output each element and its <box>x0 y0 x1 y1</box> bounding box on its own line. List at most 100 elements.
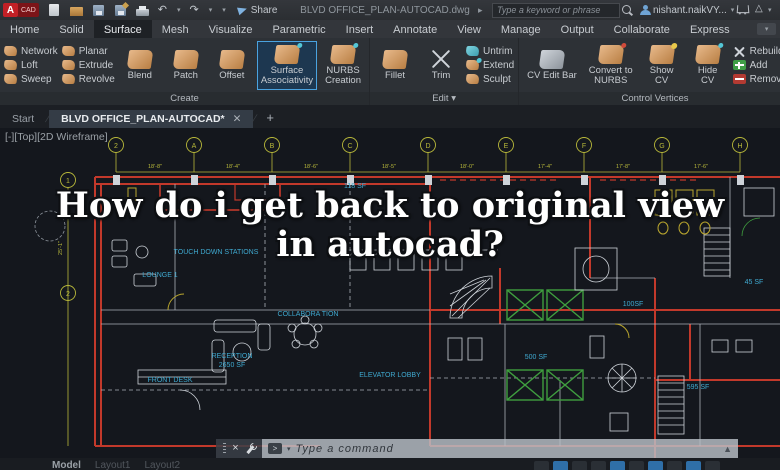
ribbon-tab-insert[interactable]: Insert <box>336 20 384 38</box>
ribbon-tab-manage[interactable]: Manage <box>491 20 551 38</box>
tool-label: Blend <box>127 69 152 81</box>
undo-dropdown-icon[interactable]: ▾ <box>177 6 181 14</box>
tool-planar[interactable]: Planar <box>60 46 115 57</box>
tool-label: Remove <box>749 73 780 85</box>
tool-fillet[interactable]: Fillet <box>374 46 416 85</box>
model-tab[interactable]: Model <box>52 460 81 470</box>
tool-add[interactable]: Add <box>732 60 780 71</box>
tool-label: Sculpt <box>483 73 511 85</box>
status-toggle-5[interactable] <box>629 461 644 470</box>
tool-rebuild[interactable]: Rebuild <box>733 46 780 57</box>
autocad-window: { "app": { "logo_a": "A", "logo_cad": "C… <box>0 0 780 470</box>
share-button[interactable]: Share <box>236 5 277 16</box>
status-toggle-7[interactable] <box>667 461 682 470</box>
status-toggle-9[interactable] <box>705 461 720 470</box>
tool-label: Hide CV <box>697 64 718 86</box>
panel-label-control-vertices[interactable]: Control Vertices <box>519 92 780 105</box>
status-toggle-6[interactable] <box>648 461 663 470</box>
tool-label: Rebuild <box>749 45 780 57</box>
tool-surface-associativity[interactable]: Surface Associativity <box>256 40 318 90</box>
tool-offset[interactable]: Offset <box>211 46 253 85</box>
ribbon-tool-icon <box>597 44 625 64</box>
search-icon[interactable] <box>622 5 631 14</box>
tool-sculpt[interactable]: Sculpt <box>465 73 514 85</box>
status-toggle-4[interactable] <box>610 461 625 470</box>
title-expand-icon[interactable]: ▸ <box>478 5 483 16</box>
command-bar-close-icon[interactable]: × <box>232 443 238 454</box>
close-tab-icon[interactable]: ✕ <box>233 113 242 125</box>
ribbon-tab-annotate[interactable]: Annotate <box>383 20 447 38</box>
command-input[interactable]: > ▾ Type a command ▲ <box>262 439 738 458</box>
tool-patch[interactable]: Patch <box>165 46 207 85</box>
tool-sweep[interactable]: Sweep <box>3 74 58 85</box>
panel-label-create[interactable]: Create <box>0 92 370 105</box>
redo-icon[interactable]: ↷ <box>190 4 199 17</box>
ribbon-tab-surface[interactable]: Surface <box>93 20 152 38</box>
tool-trim[interactable]: Trim <box>420 46 462 85</box>
layout-tab-layout1[interactable]: Layout1 <box>95 460 131 470</box>
new-file-icon[interactable] <box>48 4 59 16</box>
tool-untrim[interactable]: Untrim <box>465 46 514 57</box>
autocad-logo[interactable]: A CAD <box>3 3 39 17</box>
open-file-icon[interactable] <box>69 7 83 16</box>
ribbon-tool-icon <box>694 44 721 64</box>
tool-extend[interactable]: Extend <box>465 60 514 71</box>
autodesk-icon[interactable]: △ <box>755 3 763 14</box>
tool-network[interactable]: Network <box>3 46 58 57</box>
status-toggle-0[interactable] <box>534 461 549 470</box>
tool-nurbs-creation[interactable]: NURBS Creation <box>321 41 365 90</box>
file-tab-active-document[interactable]: BLVD OFFICE_PLAN-AUTOCAD* ✕ <box>49 110 254 128</box>
customize-wrench-icon[interactable] <box>245 444 255 454</box>
tool-label: Trim <box>431 69 451 81</box>
layout-tab-layout2[interactable]: Layout2 <box>144 460 180 470</box>
ribbon-tab-solid[interactable]: Solid <box>49 20 93 38</box>
ribbon-tab-home[interactable]: Home <box>0 20 49 38</box>
app-store-cart-icon[interactable] <box>736 5 750 14</box>
tool-revolve[interactable]: Revolve <box>60 73 115 85</box>
tool-blend[interactable]: Blend <box>119 46 161 85</box>
tool-convert-to-nurbs[interactable]: Convert to NURBS <box>585 41 637 90</box>
tool-label: CV Edit Bar <box>527 69 577 81</box>
save-icon[interactable] <box>92 4 104 16</box>
status-toggle-3[interactable] <box>591 461 606 470</box>
ribbon-tab-view[interactable]: View <box>447 20 491 38</box>
help-search-input[interactable]: Type a keyword or phrase <box>492 2 620 18</box>
status-toggle-8[interactable] <box>686 461 701 470</box>
recent-commands-icon[interactable]: > <box>268 443 282 454</box>
ribbon-tab-visualize[interactable]: Visualize <box>199 20 263 38</box>
status-toggles <box>534 458 720 470</box>
tool-label: Revolve <box>78 73 115 85</box>
tool-hide-cv[interactable]: Hide CV <box>687 41 729 90</box>
command-bar-grip[interactable] <box>222 443 226 454</box>
status-toggle-1[interactable] <box>553 461 568 470</box>
new-drawing-tab-button[interactable]: + <box>256 109 284 128</box>
redo-dropdown-icon[interactable]: ▾ <box>209 6 213 14</box>
tool-remove[interactable]: Remove <box>732 73 780 85</box>
viewport-controls[interactable]: [-][Top][2D Wireframe] <box>5 131 108 143</box>
qat-customize-icon[interactable]: ▾ <box>222 6 226 14</box>
undo-icon[interactable]: ↶ <box>158 4 167 17</box>
tool-show-cv[interactable]: Show CV <box>641 41 683 90</box>
ribbon-tab-express-tools[interactable]: Express Tools <box>680 20 753 52</box>
plot-icon[interactable] <box>135 5 149 16</box>
ribbon-tab-mesh[interactable]: Mesh <box>152 20 199 38</box>
autodesk-dropdown-icon[interactable]: ▾ <box>768 6 772 14</box>
tool-cv-edit-bar[interactable]: CV Edit Bar <box>523 46 581 85</box>
svg-text:2: 2 <box>114 143 118 150</box>
ribbon-tab-output[interactable]: Output <box>551 20 604 38</box>
ribbon-tab-parametric[interactable]: Parametric <box>262 20 335 38</box>
autocad-cad-badge: CAD <box>18 3 39 17</box>
account-menu[interactable]: nishant.naikVY... ▾ <box>640 5 734 16</box>
file-tab-start[interactable]: Start <box>0 110 46 128</box>
ribbon-extra-button[interactable]: ▾ <box>757 23 776 35</box>
status-bar: Model Layout1 Layout2 <box>0 458 780 470</box>
status-toggle-2[interactable] <box>572 461 587 470</box>
recent-commands-dropdown-icon[interactable]: ▾ <box>287 445 291 453</box>
tool-loft[interactable]: Loft <box>3 60 58 71</box>
panel-label-edit[interactable]: Edit ▾ <box>370 92 519 105</box>
drawing-canvas[interactable]: [-][Top][2D Wireframe] 118 SF TOUCH DOWN… <box>0 128 780 458</box>
command-history-up-icon[interactable]: ▲ <box>723 444 732 454</box>
tool-extrude[interactable]: Extrude <box>60 60 115 71</box>
save-as-icon[interactable] <box>114 4 126 16</box>
ribbon-tab-collaborate[interactable]: Collaborate <box>604 20 680 38</box>
